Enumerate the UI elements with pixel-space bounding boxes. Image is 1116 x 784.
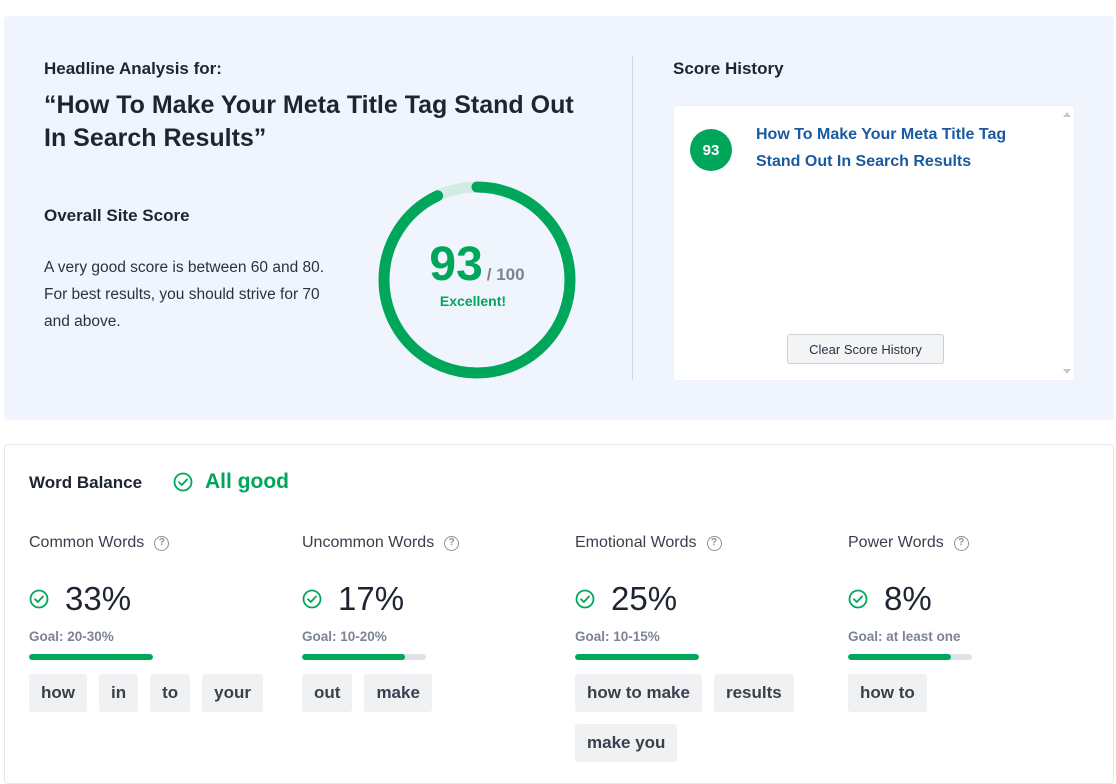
percent-row: 8% [848, 579, 1108, 619]
word-column: Uncommon Words? 17% Goal: 10-20% out make [302, 533, 562, 712]
check-circle-icon [173, 472, 193, 492]
headline-analysis-panel: Headline Analysis for: “How To Make Your… [4, 16, 1114, 420]
help-icon[interactable]: ? [706, 535, 722, 551]
word-percent: 33% [65, 580, 132, 617]
headline-title: “How To Make Your Meta Title Tag Stand O… [44, 91, 574, 152]
section-divider [632, 56, 633, 380]
history-score-badge: 93 [690, 129, 732, 171]
scroll-down-arrow-icon[interactable] [1063, 369, 1071, 374]
progress-bar [575, 654, 699, 660]
word-goal: Goal: 10-15% [575, 629, 660, 644]
clear-score-history-button[interactable]: Clear Score History [787, 334, 944, 364]
help-icon[interactable]: ? [444, 535, 460, 551]
word-chip: how to [848, 674, 927, 712]
score-gauge: 93 / 100 Excellent! [374, 177, 580, 383]
help-icon[interactable]: ? [154, 535, 170, 551]
word-goal: Goal: 10-20% [302, 629, 387, 644]
word-percent: 25% [611, 580, 678, 617]
word-chip: results [713, 674, 794, 712]
word-chip: out [302, 674, 353, 712]
column-header: Common Words? [29, 533, 289, 553]
progress-bar-fill [29, 654, 153, 660]
word-chip: how to make [575, 674, 702, 712]
column-title: Emotional Words [575, 534, 697, 551]
word-column: Power Words? 8% Goal: at least one how to [848, 533, 1108, 712]
site-score-description: A very good score is between 60 and 80. … [44, 259, 325, 330]
word-chip-list: how in to your [29, 674, 279, 712]
word-chip: make [364, 674, 432, 712]
score-value: 93 [429, 238, 483, 291]
progress-bar [29, 654, 153, 660]
progress-bar-fill [848, 654, 951, 660]
score-history-box: 93 How To Make Your Meta Title Tag Stand… [674, 106, 1074, 380]
percent-row: 17% [302, 579, 562, 619]
column-title: Power Words [848, 534, 944, 551]
history-item-link[interactable]: How To Make Your Meta Title Tag Stand Ou… [756, 121, 1046, 175]
progress-bar [302, 654, 426, 660]
check-circle-icon [848, 589, 868, 609]
word-chip-list: out make [302, 674, 552, 712]
help-icon[interactable]: ? [953, 535, 969, 551]
column-title: Uncommon Words [302, 534, 435, 551]
word-chip: to [150, 674, 191, 712]
check-circle-icon [29, 589, 49, 609]
column-header: Uncommon Words? [302, 533, 562, 553]
check-circle-icon [302, 589, 322, 609]
word-chip: your [202, 674, 263, 712]
check-circle-icon [575, 589, 595, 609]
word-percent: 17% [338, 580, 405, 617]
word-balance-panel: Word Balance All good Common Words? 33% Go… [4, 444, 1114, 784]
word-chip-list: how to make results make you [575, 674, 825, 762]
history-scrollbar[interactable] [1060, 106, 1074, 380]
word-chip-list: how to [848, 674, 1098, 712]
overall-site-score-label: Overall Site Score [44, 206, 190, 225]
progress-bar-fill [575, 654, 699, 660]
word-balance-status-text: All good [205, 470, 289, 493]
word-chip: make you [575, 724, 678, 762]
column-header: Power Words? [848, 533, 1108, 553]
column-title: Common Words [29, 534, 145, 551]
percent-row: 33% [29, 579, 289, 619]
word-balance-title: Word Balance [29, 473, 143, 492]
score-gauge-center: 93 / 100 Excellent! [374, 238, 580, 310]
word-balance-status: All good [173, 470, 289, 494]
word-column: Emotional Words? 25% Goal: 10-15% how to ma… [575, 533, 835, 762]
percent-row: 25% [575, 579, 835, 619]
headline-analysis-label: Headline Analysis for: [44, 59, 222, 78]
score-rating: Excellent! [439, 293, 507, 309]
word-goal: Goal: 20-30% [29, 629, 114, 644]
word-column: Common Words? 33% Goal: 20-30% how in to your [29, 533, 289, 712]
word-chip: how [29, 674, 87, 712]
progress-bar-fill [302, 654, 405, 660]
scroll-up-arrow-icon[interactable] [1063, 112, 1071, 117]
word-goal: Goal: at least one [848, 629, 961, 644]
score-max: / 100 [486, 265, 525, 284]
column-header: Emotional Words? [575, 533, 835, 553]
progress-bar [848, 654, 972, 660]
word-chip: in [99, 674, 139, 712]
word-percent: 8% [884, 580, 932, 617]
score-history-label: Score History [673, 59, 784, 78]
